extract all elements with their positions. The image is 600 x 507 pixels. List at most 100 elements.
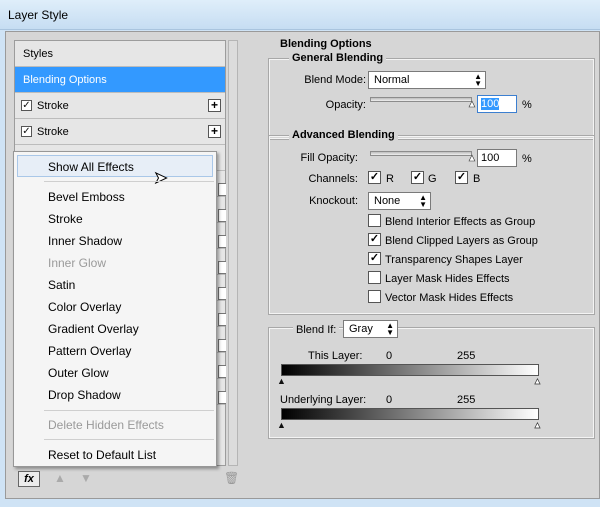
channel-r-checkbox[interactable]: ✓ xyxy=(368,171,381,184)
arrow-up-icon[interactable]: ▲ xyxy=(54,471,66,485)
channel-g-label: G xyxy=(428,173,437,185)
add-effect-button[interactable] xyxy=(218,365,226,378)
stroke-1-checkbox[interactable]: ✓ xyxy=(21,100,32,111)
styles-row-label: Styles xyxy=(23,48,53,60)
blending-options-row[interactable]: Blending Options xyxy=(15,67,225,93)
layer-mask-hides-checkbox[interactable] xyxy=(368,271,381,284)
blend-if-select[interactable]: Gray ▲ ▼ xyxy=(343,320,398,338)
fill-opacity-input[interactable]: 100 xyxy=(477,149,517,167)
window-bottom-edge xyxy=(0,499,600,507)
mouse-pointer-icon: ➤ xyxy=(153,170,168,188)
title-bar: Layer Style xyxy=(0,0,600,30)
blend-if-label: Blend If: xyxy=(293,324,340,336)
knockout-label: Knockout: xyxy=(309,195,358,207)
this-layer-max: 255 xyxy=(457,350,476,362)
underlying-layer-white-slider[interactable]: ▲ xyxy=(533,420,543,431)
advanced-blending-title: Advanced Blending xyxy=(289,129,398,141)
add-stroke-1-button[interactable]: + xyxy=(208,99,221,112)
add-effect-button[interactable] xyxy=(218,261,226,274)
fill-opacity-unit: % xyxy=(522,153,532,165)
underlying-layer-black-slider[interactable]: ▲ xyxy=(277,420,286,430)
arrow-down-icon[interactable]: ▼ xyxy=(80,471,92,485)
opacity-input[interactable]: 100 xyxy=(477,95,517,113)
chevron-updown-icon: ▲ ▼ xyxy=(386,321,394,337)
stroke-row-2[interactable]: ✓ Stroke + xyxy=(15,119,225,145)
blend-if-value: Gray xyxy=(349,323,373,335)
blend-if-group xyxy=(268,327,595,439)
menu-item-reset-default-list[interactable]: Reset to Default List xyxy=(48,448,156,462)
this-layer-black-slider[interactable]: ▲ xyxy=(277,376,286,386)
underlying-layer-gradient-bar[interactable] xyxy=(281,408,539,420)
blend-clipped-checkbox[interactable]: ✓ xyxy=(368,233,381,246)
fx-button[interactable]: fx xyxy=(18,471,40,487)
fill-opacity-label: Fill Opacity: xyxy=(300,152,358,164)
opacity-label: Opacity: xyxy=(325,99,366,111)
menu-item-stroke[interactable]: Stroke xyxy=(48,212,83,226)
add-effect-button[interactable] xyxy=(218,287,226,300)
opacity-slider-thumb[interactable]: ▲ xyxy=(467,99,478,111)
add-effect-button[interactable] xyxy=(218,235,226,248)
this-layer-min: 0 xyxy=(386,350,393,362)
blend-mode-label: Blend Mode: xyxy=(304,74,366,86)
blend-clipped-label: Blend Clipped Layers as Group xyxy=(385,235,538,247)
blend-mode-select[interactable]: Normal ▲ ▼ xyxy=(368,71,486,89)
styles-row[interactable]: Styles xyxy=(15,41,225,67)
menu-item-satin[interactable]: Satin xyxy=(48,278,75,292)
transparency-shapes-label: Transparency Shapes Layer xyxy=(385,254,523,266)
stroke-1-label: Stroke xyxy=(37,100,69,112)
window-title: Layer Style xyxy=(8,8,69,22)
this-layer-gradient-bar[interactable] xyxy=(281,364,539,376)
styles-list-scrollbar[interactable] xyxy=(228,40,238,466)
blending-options-row-label: Blending Options xyxy=(23,74,107,86)
add-stroke-2-button[interactable]: + xyxy=(208,125,221,138)
fill-opacity-slider[interactable] xyxy=(370,151,472,156)
add-effect-button[interactable] xyxy=(218,339,226,352)
menu-item-inner-shadow[interactable]: Inner Shadow xyxy=(48,234,122,248)
menu-separator xyxy=(44,181,214,182)
fill-opacity-value: 100 xyxy=(481,152,500,164)
this-layer-white-slider[interactable]: ▲ xyxy=(533,376,543,387)
opacity-value: 100 xyxy=(481,98,500,110)
menu-item-inner-glow[interactable]: Inner Glow xyxy=(48,256,106,270)
add-effect-button[interactable] xyxy=(218,313,226,326)
vector-mask-hides-label: Vector Mask Hides Effects xyxy=(385,292,514,304)
stroke-row-1[interactable]: ✓ Stroke + xyxy=(15,93,225,119)
chevron-updown-icon: ▲ ▼ xyxy=(474,72,482,88)
opacity-unit: % xyxy=(522,99,532,111)
blend-mode-value: Normal xyxy=(374,74,410,86)
knockout-value: None xyxy=(374,195,401,207)
styles-footer: fx ▲ ▼ 🗑 xyxy=(14,468,239,494)
stroke-2-label: Stroke xyxy=(37,126,69,138)
underlying-layer-label: Underlying Layer: xyxy=(280,394,367,406)
menu-item-drop-shadow[interactable]: Drop Shadow xyxy=(48,388,121,402)
menu-item-gradient-overlay[interactable]: Gradient Overlay xyxy=(48,322,139,336)
underlying-layer-min: 0 xyxy=(386,394,393,406)
channel-r-label: R xyxy=(386,173,394,185)
fill-opacity-slider-thumb[interactable]: ▲ xyxy=(467,153,478,165)
general-blending-title: General Blending xyxy=(289,52,387,64)
this-layer-label: This Layer: xyxy=(308,350,363,362)
menu-item-show-all-effects[interactable]: Show All Effects xyxy=(48,160,134,174)
add-effect-button[interactable] xyxy=(218,209,226,222)
chevron-updown-icon: ▲ ▼ xyxy=(419,193,427,209)
menu-item-pattern-overlay[interactable]: Pattern Overlay xyxy=(48,344,131,358)
underlying-layer-max: 255 xyxy=(457,394,476,406)
channel-g-checkbox[interactable]: ✓ xyxy=(411,171,424,184)
trash-icon[interactable]: 🗑 xyxy=(224,471,239,485)
layer-mask-hides-label: Layer Mask Hides Effects xyxy=(385,273,510,285)
knockout-select[interactable]: None ▲ ▼ xyxy=(368,192,431,210)
stroke-2-checkbox[interactable]: ✓ xyxy=(21,126,32,137)
channel-b-checkbox[interactable]: ✓ xyxy=(455,171,468,184)
vector-mask-hides-checkbox[interactable] xyxy=(368,290,381,303)
blend-interior-checkbox[interactable] xyxy=(368,214,381,227)
menu-item-outer-glow[interactable]: Outer Glow xyxy=(48,366,109,380)
menu-item-delete-hidden-effects[interactable]: Delete Hidden Effects xyxy=(48,418,164,432)
opacity-slider[interactable] xyxy=(370,97,472,102)
channel-b-label: B xyxy=(473,173,481,185)
add-effect-button[interactable] xyxy=(218,183,226,196)
transparency-shapes-checkbox[interactable]: ✓ xyxy=(368,252,381,265)
menu-item-bevel-emboss[interactable]: Bevel Emboss xyxy=(48,190,125,204)
menu-separator xyxy=(44,410,214,411)
add-effect-button[interactable] xyxy=(218,391,226,404)
menu-item-color-overlay[interactable]: Color Overlay xyxy=(48,300,121,314)
